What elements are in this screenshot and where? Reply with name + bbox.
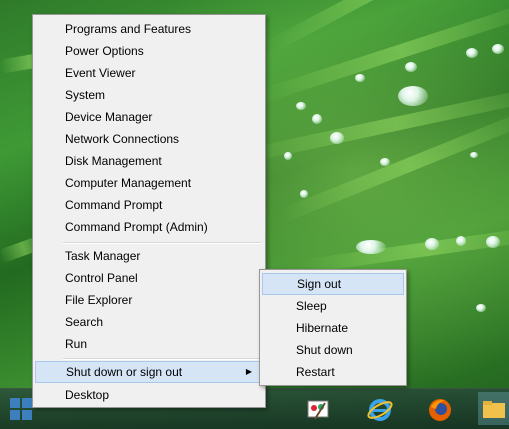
- submenu-item-shut-down[interactable]: Shut down: [262, 339, 404, 361]
- menu-item-search[interactable]: Search: [35, 311, 263, 333]
- submenu-arrow-icon: ▶: [245, 367, 252, 376]
- menu-item-event-viewer[interactable]: Event Viewer: [35, 62, 263, 84]
- menu-separator: [63, 358, 261, 360]
- internet-explorer-icon[interactable]: [366, 396, 394, 424]
- menu-item-command-prompt[interactable]: Command Prompt: [35, 194, 263, 216]
- menu-item-programs-and-features[interactable]: Programs and Features: [35, 18, 263, 40]
- folder-icon[interactable]: [478, 392, 509, 425]
- menu-item-disk-management[interactable]: Disk Management: [35, 150, 263, 172]
- menu-item-power-options[interactable]: Power Options: [35, 40, 263, 62]
- menu-item-device-manager[interactable]: Device Manager: [35, 106, 263, 128]
- menu-item-file-explorer[interactable]: File Explorer: [35, 289, 263, 311]
- submenu-item-sign-out[interactable]: Sign out: [262, 273, 404, 295]
- menu-item-command-prompt-admin[interactable]: Command Prompt (Admin): [35, 216, 263, 238]
- menu-separator: [63, 242, 261, 244]
- menu-item-network-connections[interactable]: Network Connections: [35, 128, 263, 150]
- quick-link-menu: Programs and Features Power Options Even…: [32, 14, 266, 408]
- firefox-icon[interactable]: [426, 396, 454, 424]
- menu-item-desktop[interactable]: Desktop: [35, 384, 263, 406]
- windows-start-icon[interactable]: [10, 398, 32, 420]
- menu-item-computer-management[interactable]: Computer Management: [35, 172, 263, 194]
- menu-item-shut-down-or-sign-out[interactable]: Shut down or sign out ▶: [35, 361, 263, 383]
- submenu-item-hibernate[interactable]: Hibernate: [262, 317, 404, 339]
- menu-item-control-panel[interactable]: Control Panel: [35, 267, 263, 289]
- submenu-item-sleep[interactable]: Sleep: [262, 295, 404, 317]
- menu-item-run[interactable]: Run: [35, 333, 263, 355]
- menu-item-task-manager[interactable]: Task Manager: [35, 245, 263, 267]
- shut-down-submenu: Sign out Sleep Hibernate Shut down Resta…: [259, 269, 407, 386]
- menu-item-system[interactable]: System: [35, 84, 263, 106]
- menu-item-label: Shut down or sign out: [66, 365, 183, 379]
- paint-icon[interactable]: [304, 396, 332, 424]
- submenu-item-restart[interactable]: Restart: [262, 361, 404, 383]
